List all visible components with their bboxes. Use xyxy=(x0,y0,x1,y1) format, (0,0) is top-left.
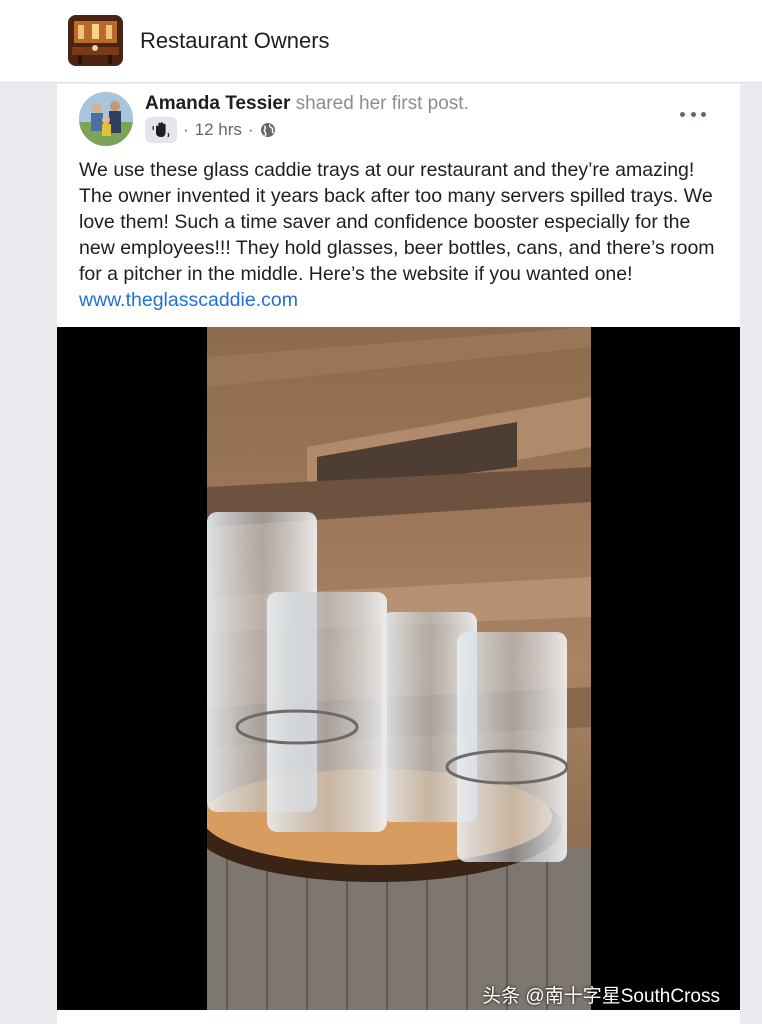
group-header: Restaurant Owners xyxy=(0,0,762,83)
author-avatar[interactable] xyxy=(79,92,133,146)
group-name[interactable]: Restaurant Owners xyxy=(140,28,330,54)
post-body: We use these glass caddie trays at our r… xyxy=(79,159,715,285)
more-dot xyxy=(690,111,696,117)
video-player[interactable]: 头条 @南十字星SouthCross xyxy=(57,327,740,1010)
watermark: 头条 @南十字星SouthCross xyxy=(482,986,720,1007)
meta-separator: · xyxy=(247,120,254,139)
waving-hand-icon xyxy=(145,117,177,143)
group-avatar[interactable] xyxy=(68,15,123,66)
website-link[interactable]: www.theglasscaddie.com xyxy=(79,289,298,311)
globe-icon xyxy=(260,123,275,137)
post-footer xyxy=(57,1010,740,1024)
author-line: Amanda Tessier shared her first post. xyxy=(145,93,469,115)
post-time[interactable]: 12 hrs xyxy=(195,120,242,140)
meta-separator: · xyxy=(183,120,189,139)
more-options-button[interactable] xyxy=(680,104,706,124)
author-name[interactable]: Amanda Tessier xyxy=(145,93,290,114)
shared-first-post-text: shared her first post. xyxy=(295,93,469,114)
post-meta: · 12 hrs · xyxy=(145,117,276,143)
more-horizontal-icon xyxy=(680,111,685,117)
post-text: We use these glass caddie trays at our r… xyxy=(79,157,729,313)
video-frame[interactable] xyxy=(207,327,591,1010)
more-dot xyxy=(701,111,706,117)
